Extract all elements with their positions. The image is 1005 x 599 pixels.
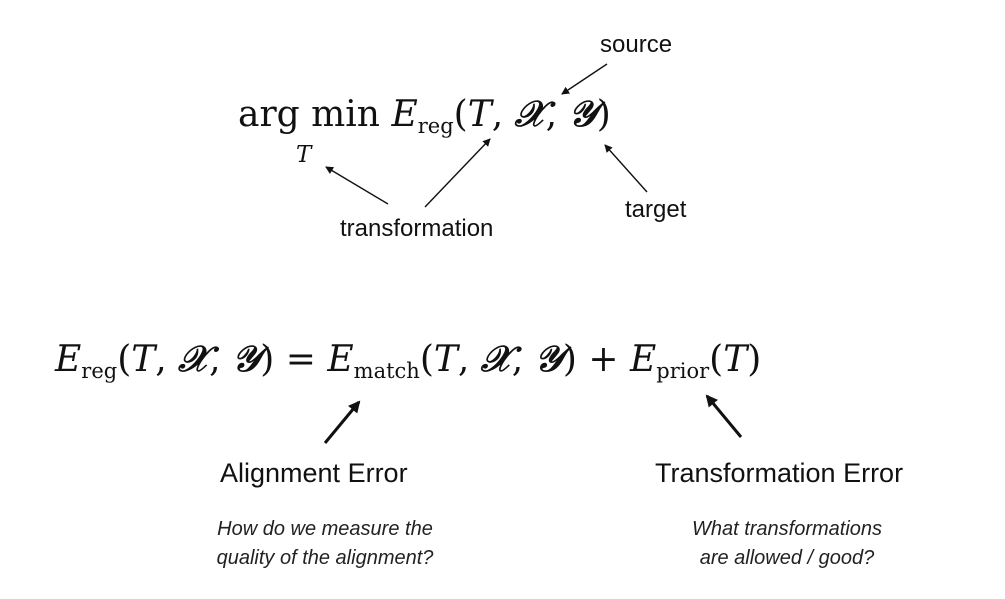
transformation-arrow-to-energy	[424, 138, 491, 208]
transformation-arrow-to-argmin	[325, 166, 389, 205]
annotation-arrows	[323, 63, 743, 444]
source-arrow	[561, 63, 608, 95]
target-arrow	[604, 144, 648, 193]
alignment-error-arrow	[323, 400, 361, 444]
transformation-error-arrow	[705, 394, 743, 438]
